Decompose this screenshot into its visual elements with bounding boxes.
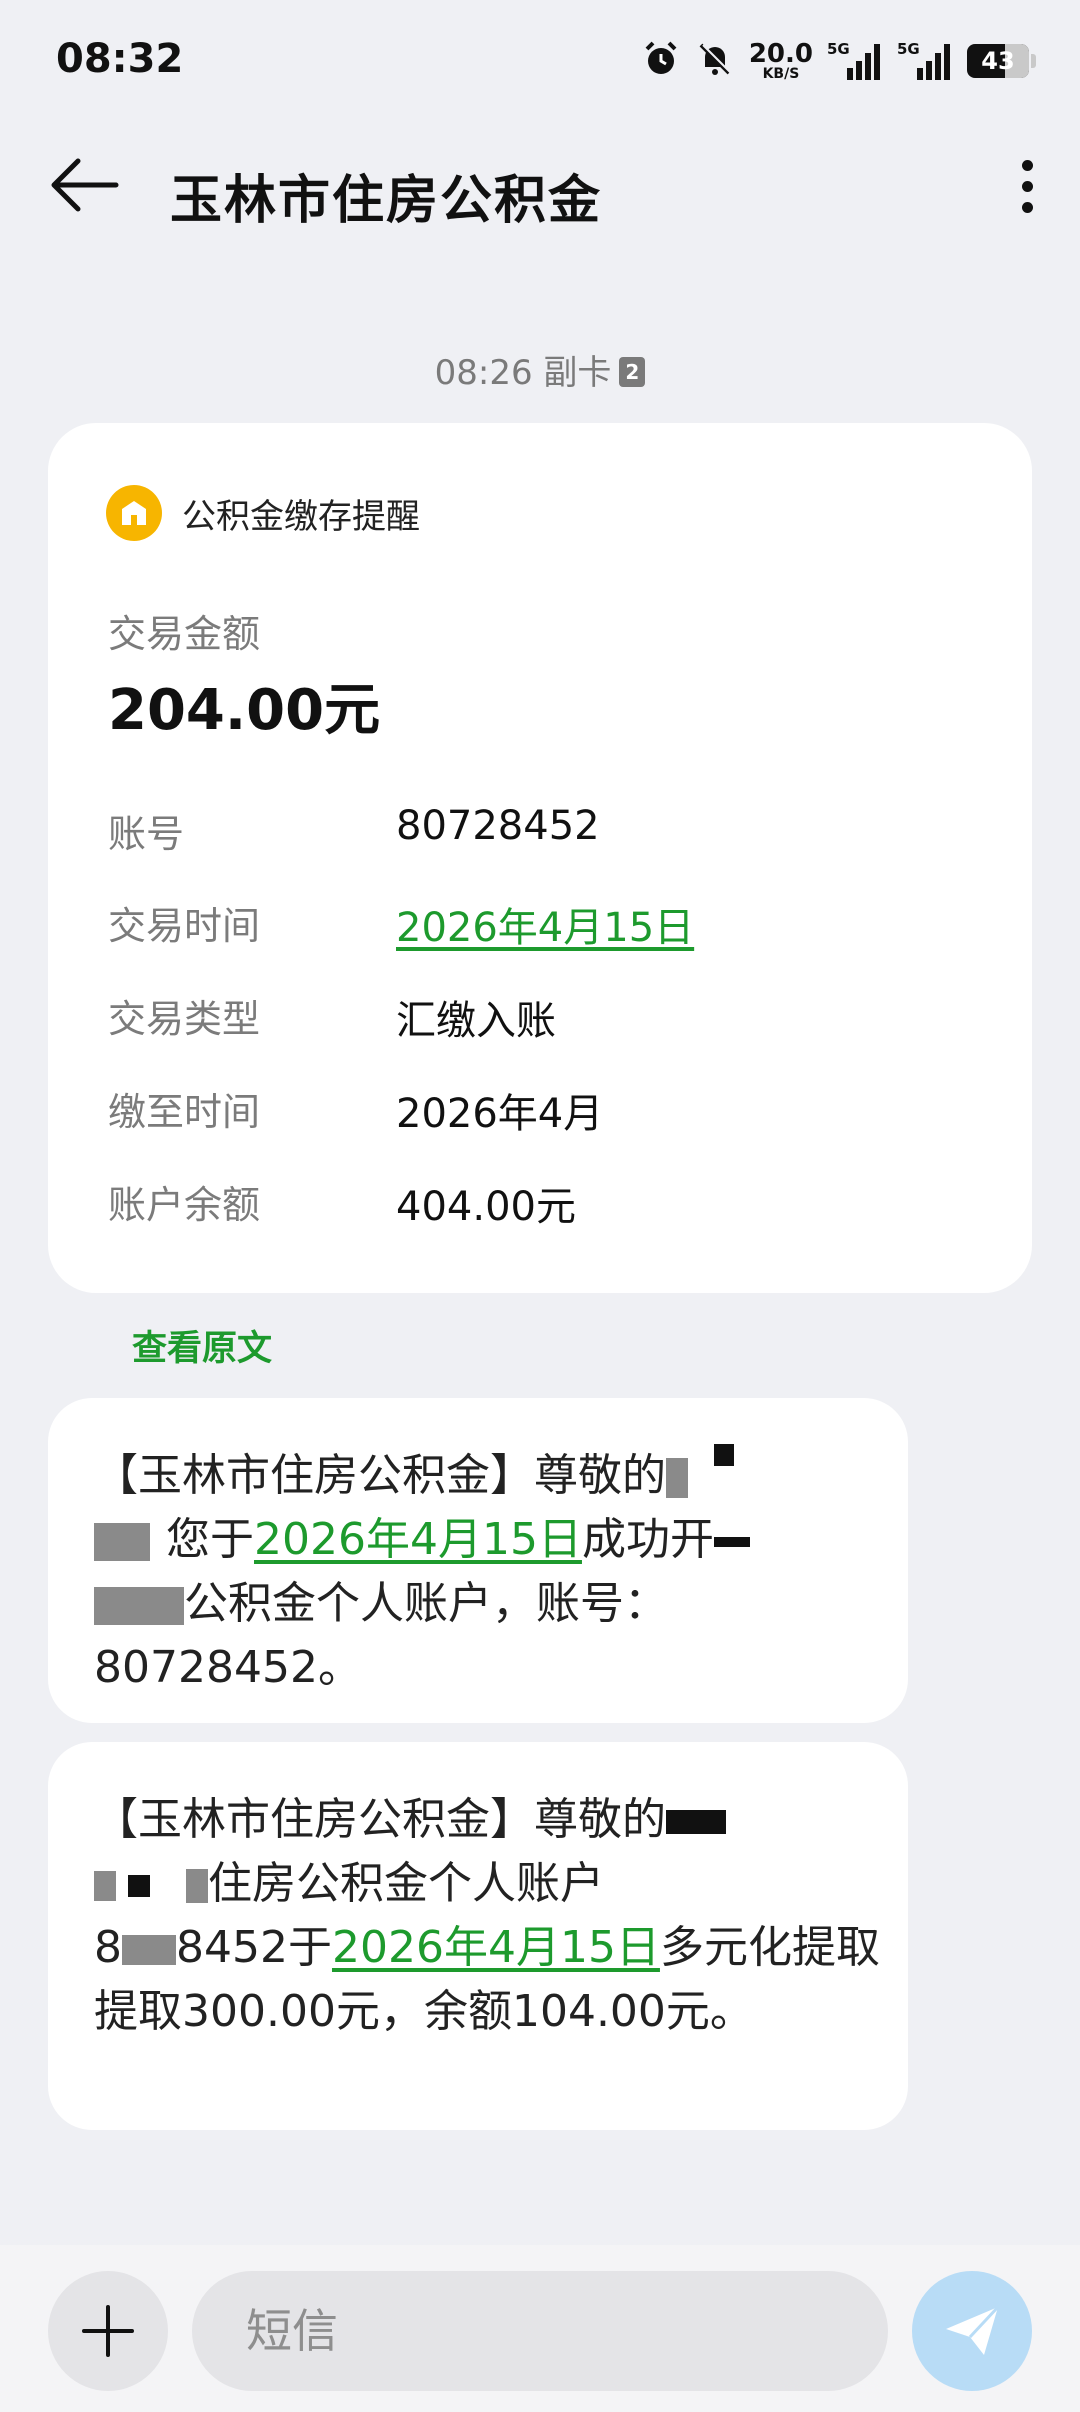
- row-transaction-time: 交易时间 2026年4月15日: [108, 895, 988, 955]
- signal-sim1-icon: 5G: [827, 40, 883, 82]
- row-account: 账号 80728452: [108, 803, 600, 856]
- date-link[interactable]: 2026年4月15日: [332, 1922, 660, 1973]
- status-time: 08:32: [56, 36, 184, 82]
- message-timestamp: 08:26 副卡 2: [0, 345, 1080, 394]
- message-input[interactable]: [192, 2271, 888, 2391]
- net-speed: 20.0 KB/S: [748, 39, 813, 82]
- more-options-button[interactable]: [1002, 150, 1052, 222]
- card-heading: 公积金缴存提醒: [182, 496, 420, 537]
- page-title: 玉林市住房公积金: [170, 171, 603, 231]
- battery-cap: [1031, 54, 1036, 68]
- more-dot-icon: [1021, 159, 1033, 171]
- signal-sim2-icon: 5G: [897, 40, 953, 82]
- status-icons: 20.0 KB/S 5G 5G 43: [641, 36, 1036, 86]
- amount-label: 交易金额: [108, 612, 261, 656]
- back-button[interactable]: [46, 150, 126, 220]
- transaction-date-link[interactable]: 2026年4月15日: [396, 895, 694, 953]
- message-bubble[interactable]: 【玉林市住房公积金】尊敬的 住房公积金个人账户 8 8452于2026年4月15日…: [48, 1742, 908, 2130]
- send-button[interactable]: [912, 2271, 1032, 2391]
- house-icon: [106, 485, 162, 541]
- card-header: 公积金缴存提醒: [106, 485, 420, 541]
- more-dot-icon: [1021, 201, 1033, 213]
- send-icon: [946, 2305, 1000, 2355]
- view-original-link[interactable]: 查看原文: [132, 1320, 272, 1371]
- status-bar: 08:32 20.0 KB/S 5G 5G 43: [0, 0, 1080, 120]
- message-text: 【玉林市住房公积金】尊敬的 您于2026年4月15日成功开 公积金个人账户，账号…: [94, 1444, 894, 1700]
- mute-icon: [695, 39, 735, 83]
- date-link[interactable]: 2026年4月15日: [254, 1514, 582, 1565]
- app-header: 玉林市住房公积金: [0, 120, 1080, 250]
- battery-icon: 43: [967, 44, 1029, 78]
- message-text: 【玉林市住房公积金】尊敬的 住房公积金个人账户 8 8452于2026年4月15日…: [94, 1794, 880, 2037]
- row-balance: 账户余额 404.00元: [108, 1183, 576, 1230]
- message-bubble[interactable]: 【玉林市住房公积金】尊敬的 您于2026年4月15日成功开 公积金个人账户，账号…: [48, 1398, 908, 1723]
- alarm-icon: [641, 39, 681, 83]
- add-attachment-button[interactable]: [48, 2271, 168, 2391]
- row-transaction-type: 交易类型 汇缴入账: [108, 997, 556, 1044]
- amount-value: 204.00元: [108, 678, 381, 743]
- more-dot-icon: [1021, 180, 1033, 192]
- sim-badge: 2: [619, 356, 646, 387]
- arrow-left-icon: [51, 158, 119, 212]
- composer-bar: [0, 2245, 1080, 2412]
- plus-icon: [82, 2305, 134, 2357]
- row-paid-until: 缴至时间 2026年4月: [108, 1090, 604, 1137]
- deposit-reminder-card[interactable]: 公积金缴存提醒 交易金额 204.00元 账号 80728452 交易时间 20…: [48, 423, 1032, 1293]
